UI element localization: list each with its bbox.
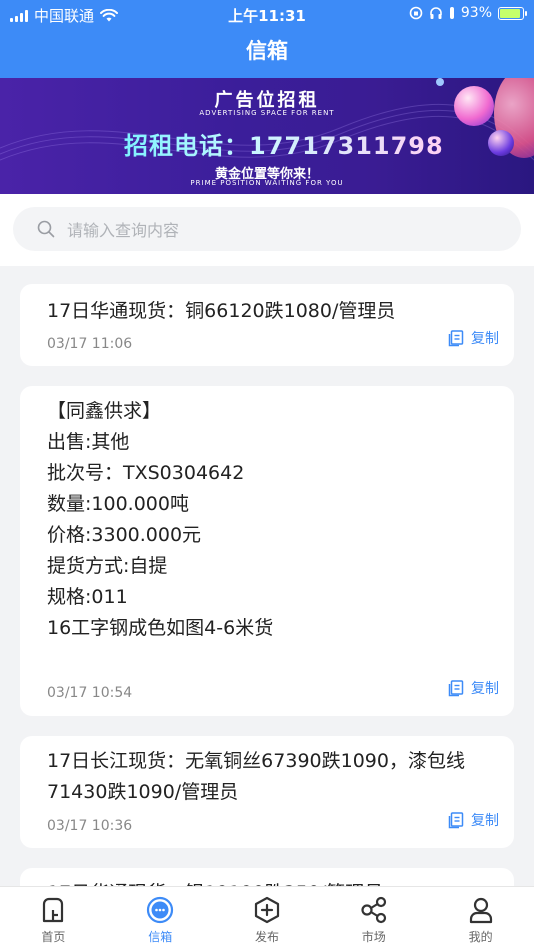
page-title: 信箱 [246,39,288,63]
status-bar: 中国联通 上午11:31 93% [0,0,534,28]
banner-slogan-en: PRIME POSITION WAITING FOR YOU [190,179,344,187]
message-time: 03/17 10:36 [47,818,133,834]
tab-profile[interactable]: 我的 [427,887,534,950]
message-content: 17日华通现货：铝19190跌250/管理员 [47,878,487,886]
orientation-lock-icon [409,6,423,20]
tab-bar: 首页 信箱 发布 市场 我的 [0,886,534,950]
tab-mailbox[interactable]: 信箱 [107,887,214,950]
alarm-icon [449,7,454,19]
copy-button[interactable]: 复制 [447,810,499,830]
tab-label: 我的 [468,930,493,944]
search-input[interactable]: 请输入查询内容 [13,207,521,251]
message-time: 03/17 10:54 [47,685,133,701]
copy-icon [448,330,464,347]
tab-publish[interactable]: 发布 [214,887,321,950]
banner-dot-decoration [436,78,444,86]
home-icon [43,897,64,923]
copy-label: 复制 [471,681,499,697]
search-placeholder: 请输入查询内容 [67,221,180,240]
nav-bar: 信箱 [0,28,534,78]
banner-phone: 招租电话：17717311798 [124,126,444,161]
battery-icon [498,6,527,20]
tab-label: 市场 [361,930,386,944]
add-icon [254,896,280,924]
tab-label: 发布 [254,930,279,944]
copy-icon [448,680,464,697]
status-right: 93% [409,5,527,21]
message-icon [147,896,174,924]
copy-button[interactable]: 复制 [447,678,499,698]
user-icon [469,897,492,924]
message-time: 03/17 11:06 [47,336,133,352]
search-icon [37,220,55,238]
tab-home[interactable]: 首页 [0,887,107,950]
search-section: 请输入查询内容 [0,194,534,266]
banner-orb-decoration [488,130,514,156]
copy-icon [448,812,464,829]
message-list[interactable]: 17日华通现货：铜66120跌1080/管理员 03/17 11:06 复制 【… [0,266,534,886]
tab-label: 信箱 [148,930,173,944]
message-content: 【同鑫供求】 出售:其他 批次号：TXS0304642 数量:100.000吨 … [47,400,274,639]
headphones-icon [430,7,442,19]
tab-label: 首页 [41,930,66,944]
battery-percent: 93% [460,5,492,21]
ad-banner[interactable]: 广告位招租 ADVERTISING SPACE FOR RENT 招租电话：17… [0,78,534,194]
share-icon [361,896,386,924]
copy-label: 复制 [471,813,499,829]
tab-market[interactable]: 市场 [320,887,427,950]
message-card: 17日华通现货：铝19190跌250/管理员 [20,868,514,886]
copy-button[interactable]: 复制 [447,328,499,348]
banner-title-en: ADVERTISING SPACE FOR RENT [199,109,335,117]
message-content: 17日华通现货：铜66120跌1080/管理员 [47,300,396,322]
message-card: 【同鑫供求】 出售:其他 批次号：TXS0304642 数量:100.000吨 … [20,386,514,716]
copy-label: 复制 [471,331,499,347]
message-content: 17日长江现货：无氧铜丝67390跌1090，漆包线71430跌1090/管理员 [47,750,465,803]
message-card: 17日长江现货：无氧铜丝67390跌1090，漆包线71430跌1090/管理员… [20,736,514,848]
message-card: 17日华通现货：铜66120跌1080/管理员 03/17 11:06 复制 [20,284,514,366]
